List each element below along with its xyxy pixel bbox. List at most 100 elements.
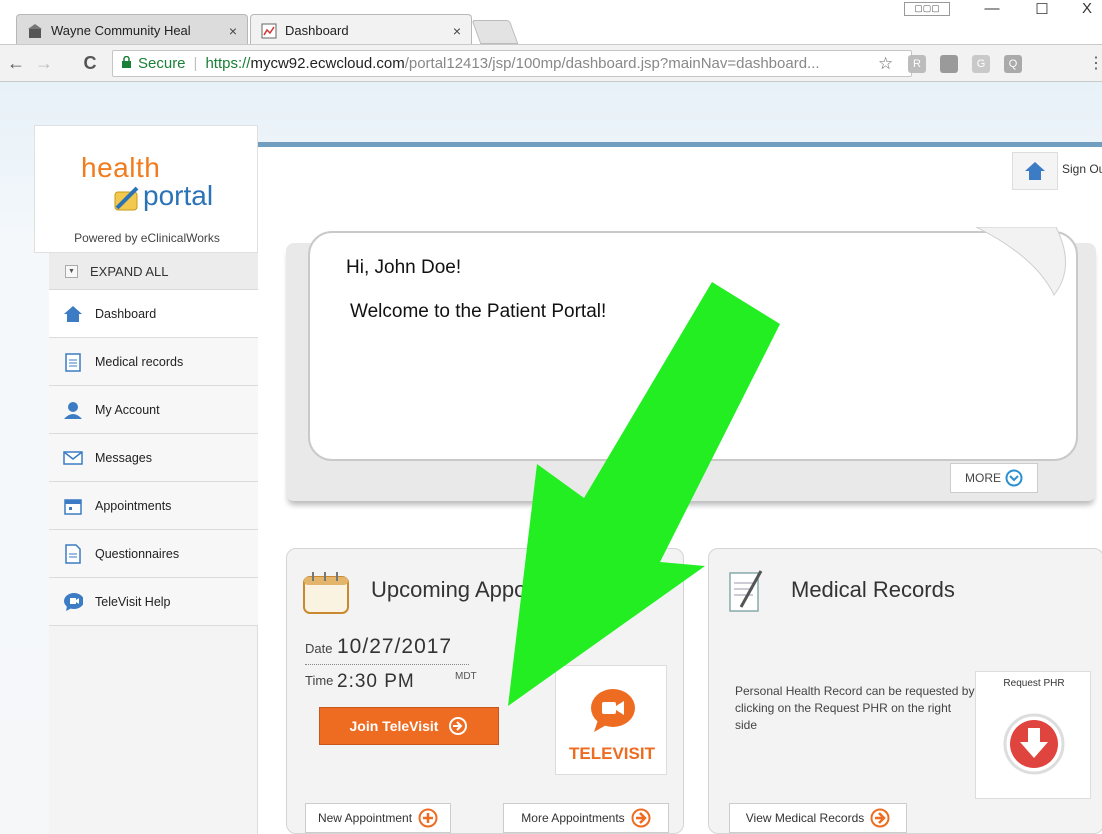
more-appointments-label: More Appointments — [521, 811, 625, 825]
sidebar-item-medical-records[interactable]: Medical records — [49, 338, 258, 386]
sign-out-link[interactable]: Sign Out — [1062, 162, 1102, 176]
join-televisit-button[interactable]: Join TeleVisit — [319, 707, 499, 745]
greeting-text: Hi, John Doe! — [346, 257, 462, 278]
chat-video-icon — [63, 592, 83, 612]
appointment-date: 10/27/2017 — [337, 635, 453, 658]
upcoming-appointments-card: Upcoming Appointments Date 10/27/2017 Ti… — [286, 548, 684, 834]
request-phr-label: Request PHR — [1003, 678, 1065, 689]
building-favicon-icon — [27, 23, 43, 39]
divider — [305, 664, 469, 665]
forward-button[interactable]: → — [34, 53, 54, 74]
view-medical-records-button[interactable]: View Medical Records — [729, 803, 907, 833]
sidebar-nav: ▼ EXPAND ALL Dashboard Medical records M… — [49, 253, 258, 834]
logo-portal-text: portal — [143, 180, 214, 211]
clipboard-icon — [63, 352, 83, 372]
phr-description: Personal Health Record can be requested … — [735, 684, 975, 732]
sidebar-item-label: Messages — [95, 450, 152, 465]
back-button[interactable]: ← — [6, 53, 26, 74]
arrow-right-circle-icon — [870, 808, 890, 828]
browser-tabstrip: Wayne Community Heal × Dashboard × ▢▢▢ —… — [0, 0, 1102, 46]
more-appointments-button[interactable]: More Appointments — [503, 803, 669, 833]
tab-title: Wayne Community Heal — [51, 23, 191, 38]
join-televisit-label: Join TeleVisit — [349, 718, 439, 734]
welcome-panel: Hi, John Doe! Welcome to the Patient Por… — [286, 227, 1096, 501]
document-icon — [63, 543, 83, 564]
sidebar-item-messages[interactable]: Messages — [49, 434, 258, 482]
extension-r-icon[interactable]: R — [908, 55, 926, 73]
extension-q-icon[interactable]: Q — [1004, 55, 1022, 73]
view-medical-records-label: View Medical Records — [745, 811, 865, 825]
date-label: Date — [305, 641, 333, 656]
arrow-right-circle-icon — [631, 808, 651, 828]
url-field[interactable]: Secure | https:// mycw92.ecwcloud.com /p… — [112, 50, 912, 77]
chart-favicon-icon — [261, 23, 277, 39]
new-appointment-button[interactable]: New Appointment — [305, 803, 451, 833]
home-button[interactable] — [1012, 152, 1058, 190]
medical-records-card: Medical Records Personal Health Record c… — [708, 548, 1102, 834]
bookmark-star-icon[interactable]: ☆ — [878, 54, 893, 74]
tab-close-icon[interactable]: × — [453, 23, 461, 39]
sidebar-item-label: Dashboard — [95, 306, 157, 321]
lock-icon — [121, 55, 132, 72]
sidebar-item-label: My Account — [95, 402, 160, 417]
calendar-icon — [63, 496, 83, 516]
records-notepad-icon — [729, 570, 763, 612]
more-label: MORE — [965, 471, 1001, 485]
extension-square-icon[interactable] — [940, 55, 958, 73]
health-portal-logo: health portal Powered by eClinicalWorks — [34, 125, 258, 253]
close-window-button[interactable]: X — [1072, 0, 1102, 20]
sidebar-item-appointments[interactable]: Appointments — [49, 482, 258, 530]
sidebar-item-label: Appointments — [95, 498, 172, 513]
televisit-tile[interactable]: TELEVISIT — [555, 665, 667, 775]
request-phr-button[interactable]: Request PHR — [975, 671, 1091, 799]
sidebar-item-questionnaires[interactable]: Questionnaires — [49, 530, 258, 578]
home-icon — [63, 304, 83, 324]
new-tab-button[interactable] — [471, 20, 519, 44]
url-path: /portal12413/jsp/100mp/dashboard.jsp?mai… — [404, 55, 820, 72]
calendar-icon — [303, 572, 349, 614]
timezone-label: MDT — [455, 671, 477, 682]
sidebar-item-label: Medical records — [95, 354, 184, 369]
appointment-time: 2:30 PM — [337, 671, 415, 692]
televisit-label: TELEVISIT — [569, 744, 655, 763]
appointments-title: Upcoming Appointments — [371, 577, 610, 602]
address-bar: ← → C Secure | https:// mycw92.ecwcloud.… — [0, 44, 1102, 82]
pen-clipboard-icon — [111, 184, 143, 215]
browser-menu-icon[interactable]: ⋮ — [1088, 53, 1102, 73]
sidebar-item-televisit-help[interactable]: TeleVisit Help — [49, 578, 258, 626]
sidebar-item-label: TeleVisit Help — [95, 594, 171, 609]
maximize-button[interactable]: ☐ — [1022, 0, 1062, 20]
secure-label: Secure — [138, 55, 186, 72]
tab-dashboard[interactable]: Dashboard × — [250, 14, 472, 46]
page-curl-decoration — [976, 227, 1066, 296]
expand-toggle-icon: ▼ — [65, 264, 78, 278]
url-scheme: https:// — [205, 55, 251, 72]
welcome-message: Welcome to the Patient Portal! — [350, 301, 607, 322]
reload-button[interactable]: C — [80, 53, 100, 74]
tab-close-icon[interactable]: × — [229, 23, 237, 39]
chevron-down-circle-icon — [1005, 469, 1023, 487]
tab-wayne-community[interactable]: Wayne Community Heal × — [16, 14, 248, 46]
expand-all-button[interactable]: ▼ EXPAND ALL — [49, 253, 258, 290]
home-icon — [1025, 162, 1045, 180]
powered-by-text: Powered by eClinicalWorks — [74, 231, 220, 245]
tab-title: Dashboard — [285, 23, 349, 38]
extension-g-icon[interactable]: G — [972, 55, 990, 73]
profile-badge[interactable]: ▢▢▢ — [904, 2, 950, 16]
video-chat-icon — [591, 689, 635, 732]
user-icon — [63, 400, 83, 420]
plus-circle-icon — [418, 808, 438, 828]
url-host: mycw92.ecwcloud.com — [250, 55, 405, 72]
portal-page: Sign Out health portal Powered by eClini… — [0, 82, 1102, 834]
sidebar-item-dashboard[interactable]: Dashboard — [49, 290, 258, 338]
new-appointment-label: New Appointment — [317, 811, 413, 825]
download-arrow-icon — [1003, 713, 1065, 775]
minimize-button[interactable]: — — [972, 0, 1012, 20]
sidebar-item-my-account[interactable]: My Account — [49, 386, 258, 434]
envelope-icon — [63, 448, 83, 468]
welcome-card: Hi, John Doe! Welcome to the Patient Por… — [308, 231, 1078, 461]
time-label: Time — [305, 673, 334, 688]
more-button[interactable]: MORE — [950, 463, 1038, 493]
medical-records-title: Medical Records — [791, 577, 955, 602]
expand-all-label: EXPAND ALL — [90, 263, 169, 279]
